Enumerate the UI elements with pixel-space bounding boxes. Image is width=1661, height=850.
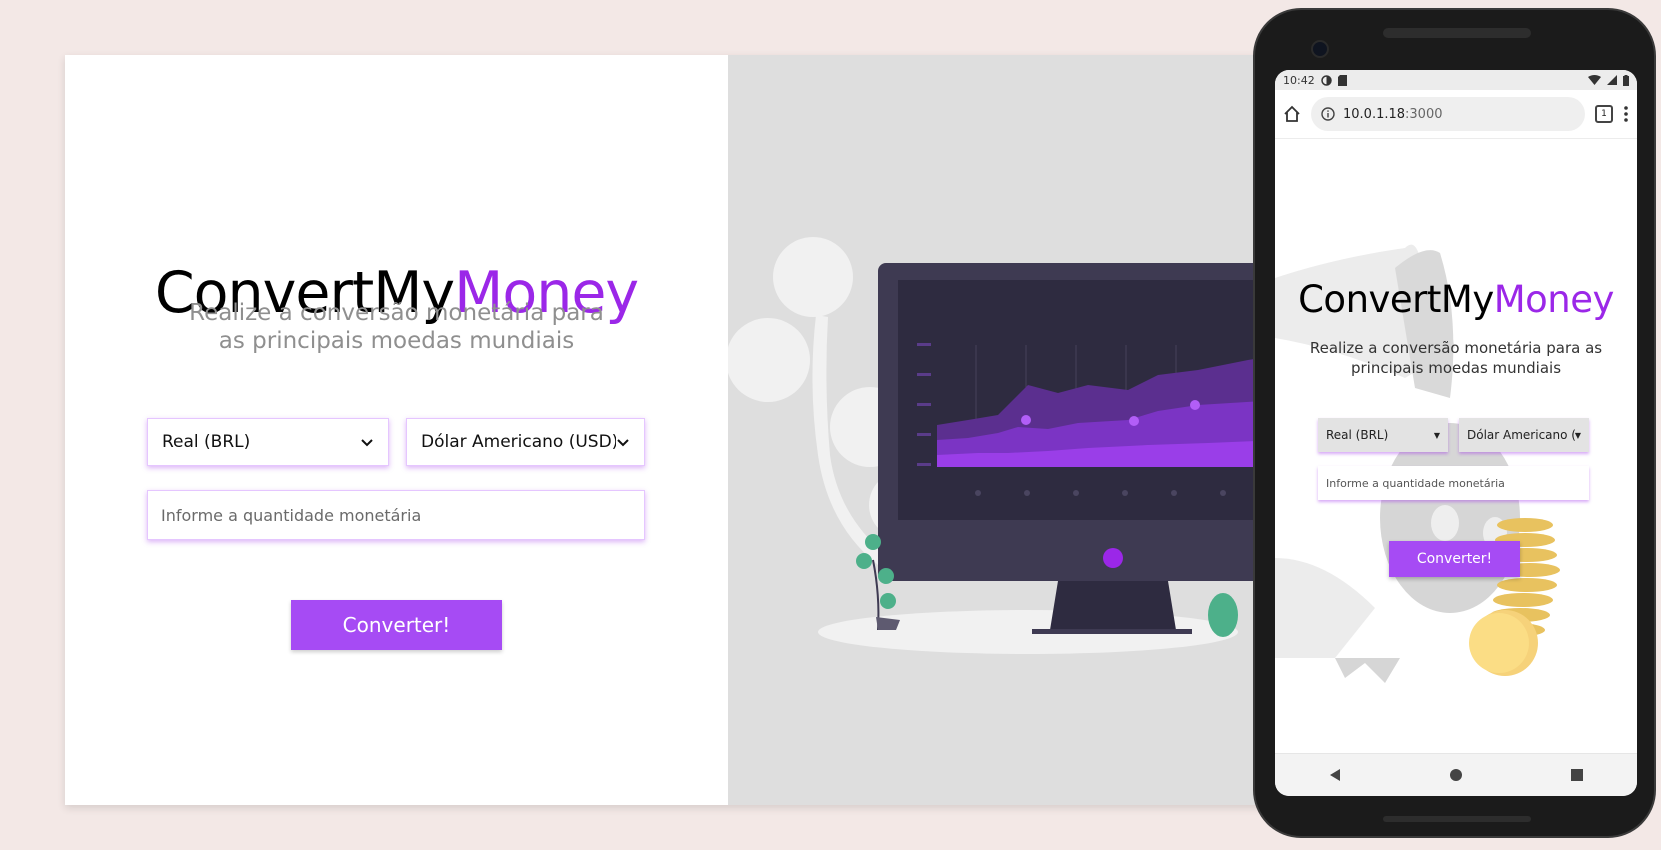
- amount-input[interactable]: [147, 490, 645, 540]
- phone-mockup: 10:42 10.0.1.18:3000 1 ConvertMyMoney Re…: [1253, 8, 1656, 838]
- status-bar: 10:42: [1275, 70, 1637, 90]
- to-currency-select[interactable]: Dólar Americano (USD): [406, 418, 645, 466]
- tab-switcher-button[interactable]: 1: [1595, 105, 1613, 123]
- mobile-amount-input[interactable]: [1318, 466, 1589, 500]
- mobile-logo-text: ConvertMy: [1298, 278, 1494, 321]
- android-nav-bar: [1275, 753, 1637, 796]
- illustration-panel: [728, 55, 1280, 805]
- home-circle-icon[interactable]: [1449, 768, 1463, 782]
- monitor-chart-illustration: [728, 237, 1280, 654]
- data-saver-icon: [1320, 74, 1332, 86]
- mobile-app-logo: ConvertMyMoney: [1275, 278, 1637, 321]
- mobile-page-content: ConvertMyMoney Realize a conversão monet…: [1275, 138, 1637, 728]
- chevron-down-icon: [361, 439, 373, 447]
- phone-screen: 10:42 10.0.1.18:3000 1 ConvertMyMoney Re…: [1275, 70, 1637, 796]
- home-icon[interactable]: [1283, 105, 1301, 123]
- to-currency-value: Dólar Americano (USD): [421, 432, 616, 452]
- mobile-logo-accent-text: Money: [1493, 278, 1615, 321]
- mobile-to-currency-value: Dólar Americano (: [1467, 428, 1575, 442]
- signal-icon: [1607, 75, 1617, 85]
- sd-card-icon: [1337, 74, 1347, 86]
- battery-icon: [1623, 74, 1629, 86]
- convert-button[interactable]: Converter!: [291, 600, 502, 650]
- page-subtitle: Realize a conversão monetária para as pr…: [189, 300, 604, 354]
- url-field[interactable]: 10.0.1.18:3000: [1311, 97, 1585, 131]
- dropdown-arrow-icon: ▼: [1574, 430, 1581, 440]
- mobile-from-currency-select[interactable]: Real (BRL) ▼: [1318, 418, 1448, 452]
- mobile-page-subtitle: Realize a conversão monetária para as pr…: [1309, 339, 1603, 377]
- converter-form-panel: ConvertMyMoney Realize a conversão monet…: [65, 55, 728, 805]
- wifi-icon: [1588, 75, 1601, 85]
- desktop-app-window: ConvertMyMoney Realize a conversão monet…: [65, 55, 1280, 805]
- phone-earpiece: [1383, 28, 1531, 38]
- mobile-convert-button[interactable]: Converter!: [1389, 541, 1520, 577]
- mobile-to-currency-select[interactable]: Dólar Americano ( ▼: [1459, 418, 1589, 452]
- status-time: 10:42: [1283, 73, 1315, 87]
- info-icon[interactable]: [1321, 107, 1335, 121]
- url-host: 10.0.1.18: [1343, 106, 1406, 122]
- recents-icon[interactable]: [1570, 768, 1584, 782]
- phone-bottom-speaker: [1383, 816, 1531, 822]
- chevron-down-icon: [617, 439, 629, 447]
- camera-icon: [1311, 40, 1329, 58]
- url-port: :3000: [1405, 106, 1443, 122]
- mobile-from-currency-value: Real (BRL): [1326, 428, 1389, 442]
- dropdown-arrow-icon: ▼: [1433, 430, 1440, 440]
- back-icon[interactable]: [1328, 768, 1342, 782]
- from-currency-value: Real (BRL): [162, 432, 251, 452]
- browser-toolbar: 10.0.1.18:3000 1: [1275, 90, 1637, 139]
- from-currency-select[interactable]: Real (BRL): [147, 418, 389, 466]
- more-vert-icon[interactable]: [1623, 105, 1629, 123]
